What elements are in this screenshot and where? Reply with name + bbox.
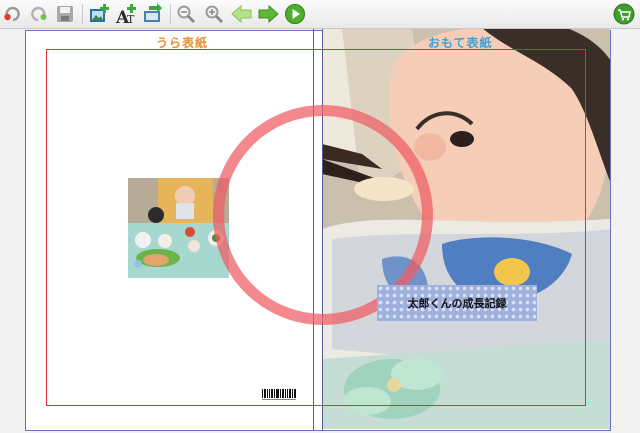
next-icon[interactable] xyxy=(257,3,279,25)
redo-icon[interactable] xyxy=(27,3,49,25)
previous-icon[interactable] xyxy=(231,3,253,25)
undo-icon[interactable] xyxy=(2,3,24,25)
play-icon[interactable] xyxy=(284,3,306,25)
front-cover-label: おもて表紙 xyxy=(428,36,493,50)
toolbar-separator xyxy=(82,4,83,24)
export-icon[interactable] xyxy=(142,3,164,25)
barcode xyxy=(262,389,296,400)
toolbar: AT xyxy=(0,0,640,29)
cart-icon[interactable] xyxy=(613,3,635,25)
add-text-icon[interactable]: AT xyxy=(115,3,137,25)
svg-text:T: T xyxy=(127,13,135,25)
editor-canvas: 太郎くんの成長記録 うら表紙 おもて表紙 xyxy=(0,29,640,433)
title-text-box[interactable]: 太郎くんの成長記録 xyxy=(377,285,537,321)
zoom-in-icon[interactable] xyxy=(203,3,225,25)
toolbar-separator xyxy=(170,4,171,24)
save-icon[interactable] xyxy=(54,3,76,25)
title-text: 太郎くんの成長記録 xyxy=(407,297,507,310)
add-image-icon[interactable] xyxy=(88,3,110,25)
zoom-out-icon[interactable] xyxy=(175,3,197,25)
back-cover-label: うら表紙 xyxy=(156,36,209,50)
